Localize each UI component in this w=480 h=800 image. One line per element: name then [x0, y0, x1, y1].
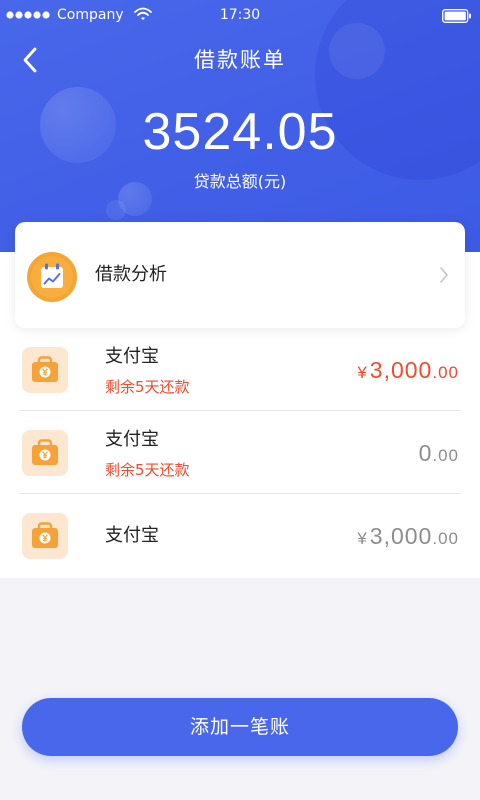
- loan-analysis-label: 借款分析: [95, 264, 167, 285]
- loan-row[interactable]: 支付宝 剩余5天还款 0.00: [0, 411, 480, 494]
- status-bar: Company 17:30: [0, 0, 480, 30]
- amount-cents: .00: [432, 529, 459, 548]
- loan-bill-screen: Company 17:30 借款账单 3524.05 贷款总额(元) 借款分析 …: [0, 0, 480, 800]
- loan-due-note: 剩余5天还款: [105, 461, 190, 479]
- decor-circle: [106, 200, 126, 220]
- loan-due-note: 剩余5天还款: [105, 378, 190, 396]
- loan-row[interactable]: 支付宝 剩余5天还款 ¥3,000.00: [0, 328, 480, 411]
- add-loan-button[interactable]: 添加一笔账: [22, 698, 458, 756]
- loan-amount: ¥3,000.00: [357, 355, 459, 385]
- loan-analysis-card[interactable]: 借款分析: [15, 222, 465, 328]
- amount-currency: ¥: [357, 529, 368, 548]
- total-amount: 3524.05: [142, 103, 338, 161]
- loan-amount: 0.00: [419, 438, 459, 468]
- amount-cents: .00: [432, 363, 459, 382]
- chevron-right-icon: [440, 267, 448, 283]
- wallet-icon: [22, 513, 68, 559]
- amount-whole: 0: [418, 440, 433, 466]
- loan-name: 支付宝: [105, 429, 159, 450]
- battery-icon: [442, 9, 471, 23]
- status-time: 17:30: [219, 7, 261, 23]
- amount-whole: 3,000: [369, 523, 433, 549]
- wallet-icon: [22, 347, 68, 393]
- amount-cents: .00: [432, 446, 459, 465]
- amount-currency: ¥: [357, 363, 368, 382]
- header: Company 17:30 借款账单 3524.05 贷款总额(元): [0, 0, 480, 252]
- loan-amount: ¥3,000.00: [357, 521, 459, 551]
- loan-row[interactable]: 支付宝 ¥3,000.00: [0, 494, 480, 577]
- amount-whole: 3,000: [369, 357, 433, 383]
- loan-name: 支付宝: [105, 525, 159, 546]
- wallet-icon: [22, 430, 68, 476]
- loan-name: 支付宝: [105, 346, 159, 367]
- page-title: 借款账单: [194, 48, 286, 72]
- total-amount-label: 贷款总额(元): [193, 172, 287, 191]
- chart-calendar-icon: [27, 252, 77, 302]
